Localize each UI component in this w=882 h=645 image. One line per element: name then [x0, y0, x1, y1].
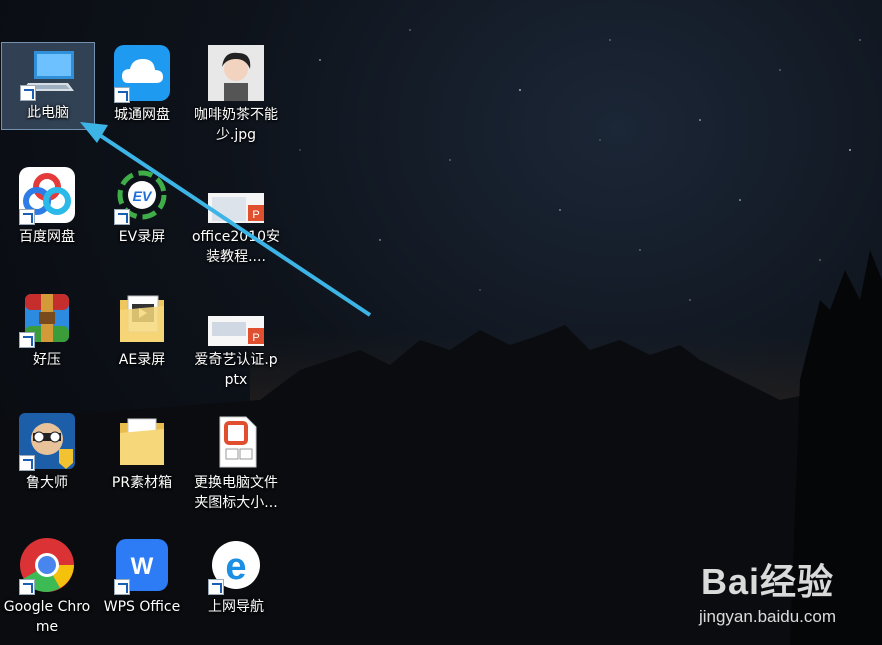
shortcut-arrow-icon	[114, 579, 130, 595]
desktop-icon-wps-office[interactable]: W WPS Office	[96, 537, 188, 617]
svg-text:EV: EV	[133, 188, 153, 204]
shortcut-arrow-icon	[19, 332, 35, 348]
desktop-icon-label: 此电脑	[27, 105, 69, 121]
image-file-icon	[208, 45, 264, 101]
desktop-icon-label: 上网导航	[208, 599, 264, 615]
ludashi-icon	[19, 413, 75, 471]
desktop-icon-web-navigation[interactable]: e 上网导航	[190, 537, 282, 617]
haozip-icon	[19, 290, 75, 348]
wps-icon: W	[114, 537, 170, 595]
baidu-netdisk-icon	[19, 167, 75, 225]
desktop-icon-office2010-tutorial[interactable]: P office2010安装教程....	[190, 167, 282, 267]
desktop-icon-ae-recorder[interactable]: AE录屏	[96, 290, 188, 370]
svg-text:e: e	[225, 546, 246, 588]
desktop-icon-iqiyi-pptx[interactable]: P 爱奇艺认证.pptx	[190, 290, 282, 390]
desktop-icon-label: PR素材箱	[111, 475, 173, 491]
desktop-icon-folder-icon-size-doc[interactable]: 更换电脑文件夹图标大小...	[190, 413, 282, 513]
shortcut-arrow-icon	[19, 579, 35, 595]
pptx-thumbnail-icon: P	[208, 290, 268, 348]
watermark-url: jingyan.baidu.com	[698, 607, 836, 626]
desktop-icon-label: 鲁大师	[26, 475, 68, 491]
shortcut-arrow-icon	[208, 579, 224, 595]
desktop-icon-label: WPS Office	[103, 599, 181, 615]
desktop-icon-label: Google Chrome	[3, 599, 91, 635]
shortcut-arrow-icon	[114, 87, 130, 103]
desktop-icon-label: 爱奇艺认证.pptx	[194, 352, 278, 388]
desktop-icon-label: 百度网盘	[19, 229, 75, 245]
watermark-brand: Bai经验	[700, 561, 834, 602]
svg-text:W: W	[131, 553, 154, 580]
desktop-icon-ctfile-drive[interactable]: 城通网盘	[96, 45, 188, 125]
desktop-icon-ev-recorder[interactable]: EV EV录屏	[96, 167, 188, 247]
shortcut-arrow-icon	[114, 209, 130, 225]
folder-icon	[114, 290, 170, 346]
desktop-icon-haozip[interactable]: 好压	[1, 290, 93, 370]
pptx-file-icon	[208, 413, 264, 469]
desktop-icon-label: office2010安装教程....	[191, 229, 281, 265]
desktop-icon-baidu-netdisk[interactable]: 百度网盘	[1, 167, 93, 247]
desktop-icon-coffee-jpg[interactable]: 咖啡奶茶不能少.jpg	[190, 45, 282, 145]
ev-recorder-icon: EV	[114, 167, 170, 225]
desktop-icon-label: 更换电脑文件夹图标大小...	[194, 475, 278, 511]
svg-text:P: P	[252, 209, 259, 221]
top-overflow-edge	[0, 0, 882, 6]
desktop-icon-label: AE录屏	[118, 352, 166, 368]
shortcut-arrow-icon	[20, 85, 36, 101]
desktop-icon-label: 好压	[33, 352, 61, 368]
shortcut-arrow-icon	[19, 455, 35, 471]
desktop-icon-label: EV录屏	[118, 229, 166, 245]
desktop-icon-pr-assets[interactable]: PR素材箱	[96, 413, 188, 493]
baidu-jingyan-watermark: Bai经验 jingyan.baidu.com	[699, 553, 836, 627]
computer-icon	[20, 43, 76, 101]
pptx-thumbnail-icon: P	[208, 167, 268, 225]
desktop-icon-label: 咖啡奶茶不能少.jpg	[194, 107, 278, 143]
folder-icon	[114, 413, 170, 469]
shortcut-arrow-icon	[19, 209, 35, 225]
desktop-icon-ludashi[interactable]: 鲁大师	[1, 413, 93, 493]
svg-text:P: P	[252, 332, 259, 344]
cloud-drive-icon	[114, 45, 170, 103]
ie-icon: e	[208, 537, 264, 595]
desktop-icon-this-pc[interactable]: 此电脑	[1, 42, 95, 130]
desktop-icon-label: 城通网盘	[114, 107, 170, 123]
chrome-icon	[19, 537, 75, 595]
desktop-icon-google-chrome[interactable]: Google Chrome	[1, 537, 93, 637]
